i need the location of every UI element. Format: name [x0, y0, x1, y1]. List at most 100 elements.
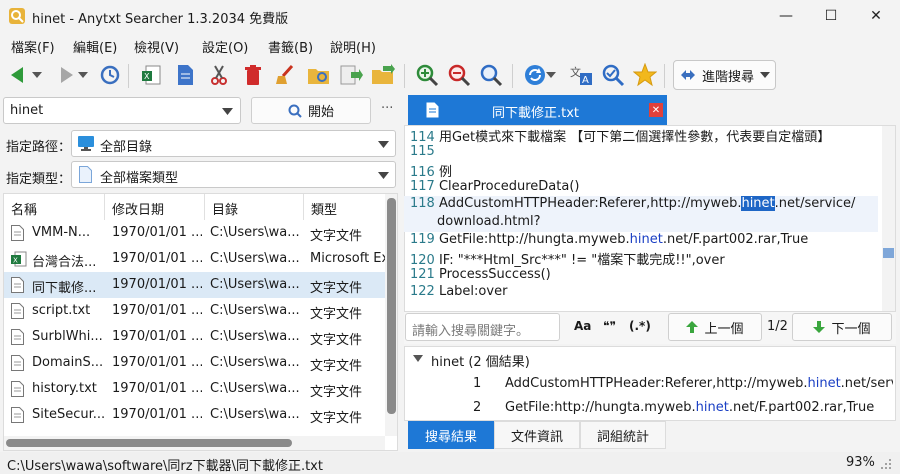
table-row[interactable]: SurblWhi... 1970/01/01 ... C:\Users\wa... 文… [4, 324, 386, 350]
menu-help[interactable]: 說明(H) [330, 37, 376, 56]
zoom-reset-icon[interactable] [478, 62, 504, 88]
history-icon[interactable] [97, 62, 123, 88]
find-input[interactable]: 請輸入搜尋關鍵字。 [405, 313, 560, 341]
result-index: 2 [473, 400, 482, 415]
column-header-name[interactable]: 名稱 [4, 194, 105, 220]
code-line: 114 用Get模式來下載檔案 【可下第二個選擇性參數，代表要自定檔頭】 [410, 126, 878, 145]
resize-grip-icon[interactable] [880, 458, 892, 470]
zoom-in-icon[interactable] [414, 62, 440, 88]
table-row[interactable]: script.txt 1970/01/01 ... C:\Users\wa... 文字… [4, 298, 386, 324]
search-hit: hinet [695, 400, 729, 415]
tab-word-stats[interactable]: 詞組統計 [580, 421, 666, 449]
preview-scrollbar[interactable] [882, 126, 895, 311]
translate-icon[interactable]: 文A [568, 62, 594, 88]
whole-word-button[interactable]: ❝❞ [603, 319, 616, 333]
export-file-icon[interactable] [370, 62, 396, 88]
document-icon[interactable] [172, 62, 198, 88]
cell-name: SiteSecur... [32, 407, 104, 422]
cell-name: 同下載修... [32, 281, 97, 296]
find-prev-button[interactable]: 上一個 [668, 313, 762, 341]
cell-name: history.txt [32, 381, 97, 396]
path-filter-select[interactable]: 全部目錄 [71, 130, 396, 157]
horizontal-scrollbar[interactable] [4, 436, 385, 450]
table-row[interactable]: 同下載修... 1970/01/01 ... C:\Users\wa... 文字文件 [4, 272, 386, 298]
cell-type: 文字文件 [310, 359, 363, 374]
collapse-icon[interactable] [413, 355, 423, 362]
result-item[interactable]: 2 GetFile:http://hungta.myweb.hinet.net/F… [405, 397, 893, 419]
column-header-dir[interactable]: 目錄 [205, 194, 304, 220]
menu-settings[interactable]: 設定(O) [202, 37, 248, 56]
line-text-rest: .net/F.part002.rar,True [662, 231, 809, 247]
menu-edit[interactable]: 編輯(E) [73, 37, 117, 56]
text-file-icon [11, 407, 25, 427]
table-row[interactable]: history.txt 1970/01/01 ... C:\Users\wa... 文… [4, 376, 386, 402]
svg-text:X: X [144, 72, 150, 81]
export-excel-icon[interactable]: X [138, 62, 164, 88]
cell-type: 文字文件 [310, 307, 363, 322]
cell-type: 文字文件 [310, 281, 363, 296]
table-row[interactable]: SiteSecur... 1970/01/01 ... C:\Users\wa...… [4, 402, 386, 428]
cell-name: VMM-N... [32, 225, 91, 240]
search-input[interactable]: hinet [10, 103, 43, 118]
table-row[interactable]: VMM-N... 1970/01/01 ... C:\Users\wa... 文字文件 [4, 220, 386, 246]
find-in-file-icon[interactable] [600, 62, 626, 88]
search-combobox[interactable]: hinet [3, 97, 241, 124]
menu-file[interactable]: 檔案(F) [11, 37, 55, 56]
close-tab-icon[interactable]: ✕ [649, 103, 663, 117]
cell-dir: C:\Users\wa... [210, 277, 300, 292]
result-item[interactable]: 1 AddCustomHTTPHeader:Referer,http://mywe… [405, 373, 893, 395]
column-header-date[interactable]: 修改日期 [105, 194, 205, 220]
cell-dir: C:\Users\wa... [210, 381, 300, 396]
horizontal-scrollbar-thumb[interactable] [6, 439, 292, 447]
match-case-button[interactable]: Aa [574, 319, 591, 333]
result-text-rest: .net/F.part002.rar,True [728, 400, 875, 415]
forward-dropdown-icon[interactable] [76, 62, 90, 88]
document-icon [426, 102, 439, 118]
vertical-scrollbar-thumb[interactable] [387, 198, 396, 414]
table-row[interactable]: DomainS... 1970/01/01 ... C:\Users\wa... 文字… [4, 350, 386, 376]
find-next-button[interactable]: 下一個 [792, 313, 892, 341]
type-filter-select[interactable]: 全部檔案類型 [71, 161, 396, 188]
back-dropdown-icon[interactable] [30, 62, 44, 88]
results-pane: hinet (2 個結果) 1 AddCustomHTTPHeader:Refer… [404, 346, 896, 421]
path-filter-value: 全部目錄 [100, 140, 153, 155]
cell-date: 1970/01/01 ... [112, 251, 202, 266]
trash-icon[interactable] [240, 62, 266, 88]
close-button[interactable]: ✕ [853, 0, 899, 32]
open-folder-icon[interactable] [306, 62, 332, 88]
chevron-down-icon[interactable] [222, 108, 233, 115]
move-file-icon[interactable] [338, 62, 364, 88]
cell-type: 文字文件 [310, 411, 363, 426]
table-row[interactable]: X 台灣合法... 1970/01/01 ... C:\Users\wa... Micr… [4, 246, 386, 272]
cell-type: Microsoft Ex [310, 251, 386, 266]
menu-bookmarks[interactable]: 書籤(B) [268, 37, 313, 56]
maximize-button[interactable]: ☐ [808, 0, 854, 32]
star-bookmark-icon[interactable] [632, 62, 658, 88]
cell-date: 1970/01/01 ... [112, 225, 202, 240]
regex-button[interactable]: (.*) [629, 319, 651, 333]
tab-file-info[interactable]: 文件資訊 [494, 421, 580, 449]
zoom-out-icon[interactable] [446, 62, 472, 88]
refresh-dropdown-icon[interactable] [544, 62, 558, 88]
code-line: 121 ProcessSuccess() [410, 267, 878, 285]
back-icon[interactable] [6, 62, 32, 88]
code-line: download.html? [404, 214, 878, 232]
vertical-scrollbar[interactable] [385, 194, 397, 436]
advanced-search-button[interactable]: 進階搜尋 [673, 60, 776, 90]
cell-name: SurblWhi... [32, 329, 103, 344]
preview-tab[interactable]: 同下載修正.txt ✕ [408, 95, 667, 125]
menu-view[interactable]: 檢視(V) [134, 37, 179, 56]
column-header-type[interactable]: 類型 [304, 194, 386, 220]
tab-search-results[interactable]: 搜尋結果 [408, 421, 494, 449]
find-bar: 請輸入搜尋關鍵字。 Aa ❝❞ (.*) 上一個 1/2 下一個 [404, 312, 896, 344]
scissors-icon[interactable] [206, 62, 232, 88]
start-search-button[interactable]: 開始 [251, 97, 371, 124]
more-options-button[interactable]: ··· [381, 101, 393, 116]
line-number: 115 [410, 143, 435, 159]
minimize-button[interactable]: — [763, 0, 809, 32]
line-text: GetFile:http://hungta.myweb. [438, 231, 630, 247]
forward-icon[interactable] [52, 62, 78, 88]
clean-broom-icon[interactable] [272, 62, 298, 88]
code-line: 118 AddCustomHTTPHeader:Referer,http://m… [404, 196, 878, 215]
result-group-title[interactable]: hinet (2 個結果) [431, 351, 530, 370]
